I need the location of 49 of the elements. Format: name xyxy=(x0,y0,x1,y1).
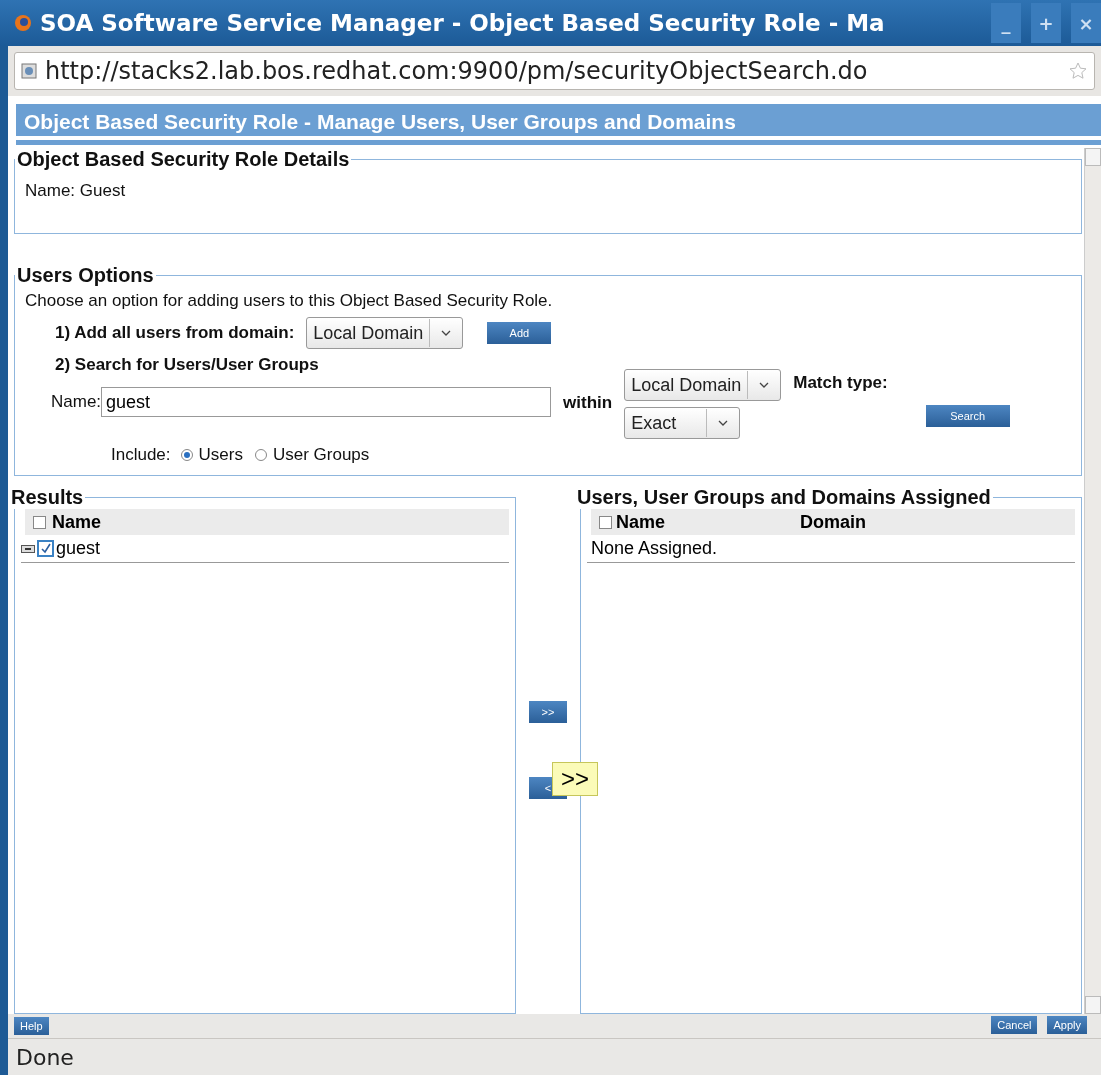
add-button[interactable]: Add xyxy=(487,322,552,344)
search-button[interactable]: Search xyxy=(925,405,1010,427)
bookmark-star-icon[interactable] xyxy=(1068,61,1088,81)
table-cell: guest xyxy=(56,538,101,559)
dropdown-caret-icon xyxy=(718,420,729,426)
name-input[interactable]: guest xyxy=(101,387,552,417)
radio-label[interactable]: Users xyxy=(198,445,243,465)
scrollbar[interactable] xyxy=(1084,148,1101,1014)
domain-dropdown[interactable]: Local Domain xyxy=(624,369,782,401)
checkbox[interactable] xyxy=(599,515,612,529)
page-icon xyxy=(21,63,37,79)
address-bar[interactable]: http://stacks2.lab.bos.redhat.com:9900/pm/securityObjectSearch.do xyxy=(14,52,1095,90)
name-label: Name: xyxy=(51,392,102,412)
option-label: 1) Add all users from domain: xyxy=(55,323,295,343)
expand-icon[interactable] xyxy=(21,544,35,553)
match-type-label: Match type: xyxy=(793,373,888,393)
browser-logo-icon xyxy=(14,14,32,32)
section-legend: Object Based Security Role Details xyxy=(15,148,352,171)
transfer-button[interactable]: >> xyxy=(529,701,567,723)
empty-message: None Assigned. xyxy=(591,538,718,559)
column-header: Name xyxy=(616,511,667,533)
section-legend: Users, User Groups and Domains Assigned xyxy=(575,486,993,509)
column-header: Name xyxy=(52,511,102,533)
window-control[interactable]: × xyxy=(1071,3,1101,43)
section-legend: Users Options xyxy=(15,264,156,287)
role-name: Name: Guest xyxy=(25,181,127,201)
footer-button[interactable]: Apply xyxy=(1047,1016,1087,1034)
within-label: within xyxy=(563,393,613,413)
footer-button[interactable]: Cancel xyxy=(991,1016,1038,1034)
radio-button[interactable] xyxy=(180,449,193,461)
window-title: SOA Software Service Manager - Object Based Security Role - Ma xyxy=(40,10,886,36)
match-type-dropdown[interactable]: Exact xyxy=(624,407,741,439)
dropdown-caret-icon xyxy=(759,382,770,388)
section-legend: Results xyxy=(9,486,86,509)
window-control[interactable]: _ xyxy=(991,3,1021,43)
tooltip: >> xyxy=(552,762,599,796)
help-button[interactable]: Help xyxy=(14,1017,49,1035)
option-label: 2) Search for Users/User Groups xyxy=(54,355,320,375)
column-header: Domain xyxy=(800,511,867,533)
radio-button[interactable] xyxy=(254,449,267,461)
window-control[interactable]: + xyxy=(1031,3,1061,43)
status-text: Done xyxy=(8,1038,1101,1075)
include-label: Include: xyxy=(111,445,171,465)
radio-label[interactable]: User Groups xyxy=(272,445,370,465)
intro-text: Choose an option for adding users to this Object Based Security Role. xyxy=(25,291,554,311)
checkbox[interactable] xyxy=(33,515,46,529)
dropdown-caret-icon xyxy=(441,330,452,336)
checkbox[interactable] xyxy=(37,540,54,557)
domain-dropdown[interactable]: Local Domain xyxy=(306,317,464,349)
